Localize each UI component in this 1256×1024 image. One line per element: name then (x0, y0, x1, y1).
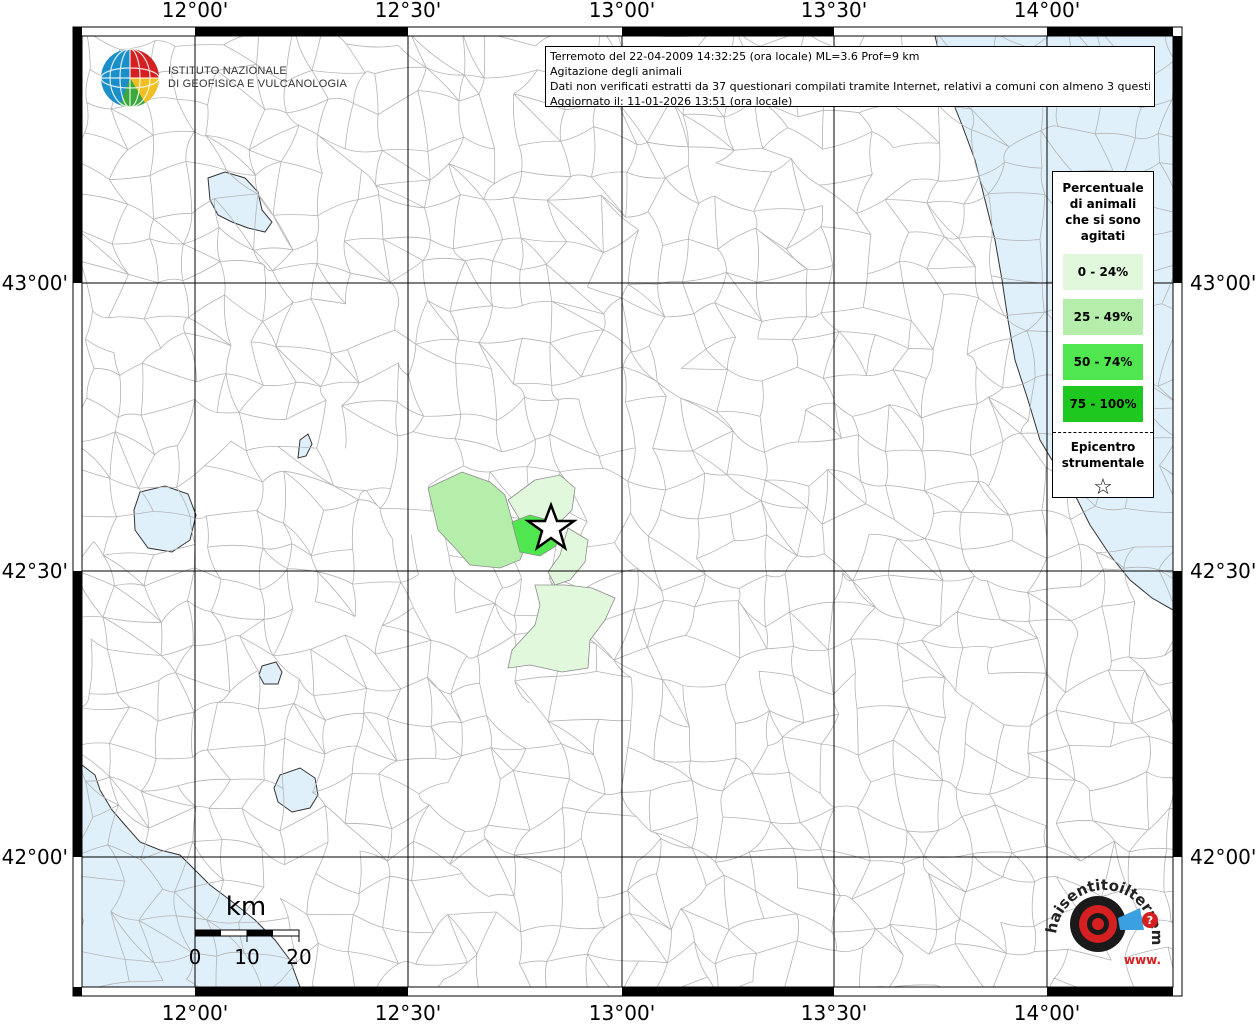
latitude-labels-right: 43°00' 42°30' 42°00' (1190, 271, 1256, 869)
hsit-question-icon: ? (1147, 914, 1153, 927)
legend-class-75-100: 75 - 100% (1063, 386, 1143, 422)
ingv-name-line2: DI GEOFISICA E VULCANOLOGIA (168, 78, 347, 90)
event-title: Terremoto del 22-04-2009 14:32:25 (ora l… (550, 50, 920, 63)
ingv-name-line1: ISTITUTO NAZIONALE (168, 65, 287, 77)
legend-class-0-24: 0 - 24% (1063, 254, 1143, 290)
lon-label: 12°30' (375, 1001, 441, 1024)
lat-label: 42°00' (1190, 845, 1256, 869)
longitude-labels-top: 12°00' 12°30' 13°00' 13°30' 14°00' (162, 0, 1080, 22)
lon-label: 12°00' (162, 0, 228, 22)
scale-unit: km (226, 892, 266, 922)
event-info-box: Terremoto del 22-04-2009 14:32:25 (ora l… (545, 46, 1155, 108)
map-interior (82, 36, 1173, 987)
ingv-globe-icon (100, 48, 160, 108)
lat-label: 42°30' (1190, 559, 1256, 583)
hsit-url: www. (1124, 953, 1161, 967)
event-data-note: Dati non verificati estratti da 37 quest… (550, 80, 1150, 93)
legend-star-icon: ☆ (1093, 475, 1113, 500)
scale-tick: 10 (234, 945, 259, 969)
longitude-labels-bottom: 12°00' 12°30' 13°00' 13°30' 14°00' (162, 1001, 1080, 1024)
hsit-logo: haisentitoilterremoto.it ? www. (1040, 860, 1166, 967)
legend-class-50-74: 50 - 74% (1063, 344, 1143, 380)
legend: Percentuale di animali che si sono agita… (1052, 171, 1154, 500)
legend-epicenter-label: Epicentro strumentale (1061, 440, 1145, 470)
lake-bolsena (133, 485, 197, 553)
lat-label: 43°00' (2, 271, 68, 295)
legend-title: Percentuale di animali che si sono agita… (1062, 181, 1144, 243)
legend-class-25-49: 25 - 49% (1063, 299, 1143, 335)
lon-label: 13°30' (801, 0, 867, 22)
event-subtitle: Agitazione degli animali (550, 65, 683, 78)
latitude-labels-left: 43°00' 42°30' 42°00' (2, 271, 68, 869)
scale-tick: 20 (286, 945, 311, 969)
ingv-logo: ISTITUTO NAZIONALE DI GEOFISICA E VULCAN… (100, 48, 347, 108)
lat-label: 42°30' (2, 559, 68, 583)
event-updated: Aggiornato il: 11-01-2026 13:51 (ora loc… (550, 95, 793, 108)
legend-separator (1053, 432, 1153, 433)
scale-tick: 0 (189, 945, 202, 969)
lon-label: 12°00' (162, 1001, 228, 1024)
lon-label: 13°30' (801, 1001, 867, 1024)
lon-label: 12°30' (375, 0, 441, 22)
lat-label: 43°00' (1190, 271, 1256, 295)
lon-label: 13°00' (589, 1001, 655, 1024)
lon-label: 14°00' (1014, 0, 1080, 22)
lon-label: 13°00' (589, 0, 655, 22)
lat-label: 42°00' (2, 845, 68, 869)
lon-label: 14°00' (1014, 1001, 1080, 1024)
